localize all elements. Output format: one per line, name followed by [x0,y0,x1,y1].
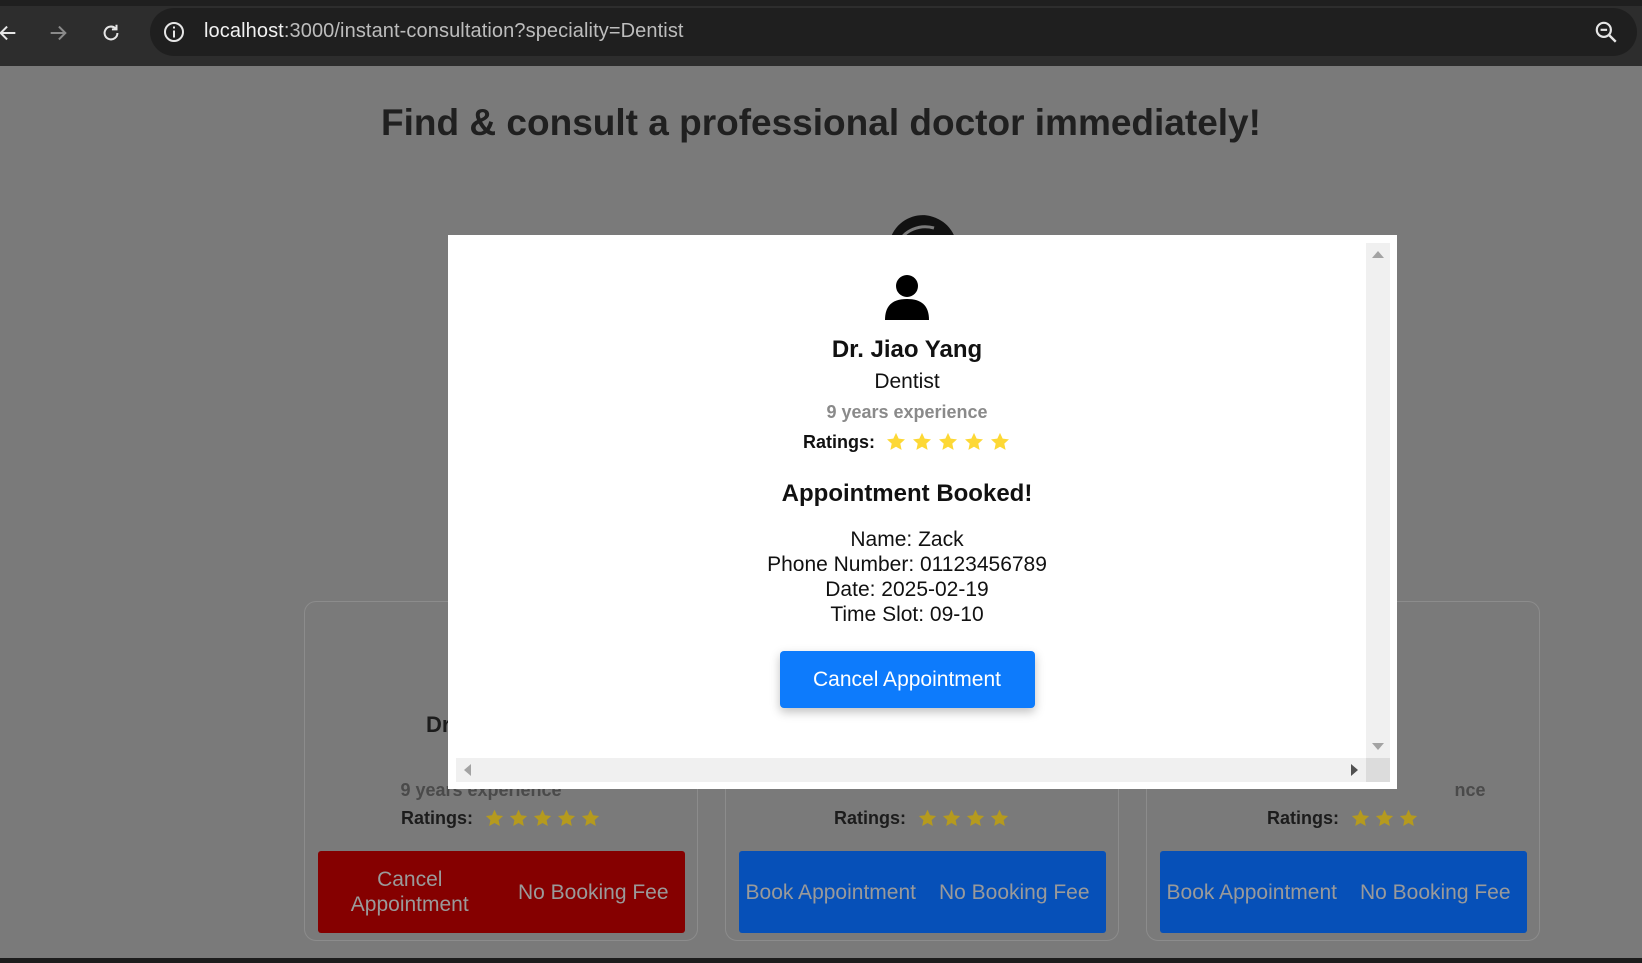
detail-time-slot: Time Slot: 09-10 [830,603,984,626]
reload-icon [103,24,119,41]
appointment-modal: Dr. Jiao Yang Dentist 9 years experience… [448,235,1397,789]
modal-content: Dr. Jiao Yang Dentist 9 years experience… [448,235,1366,708]
url-host: localhost [204,20,284,42]
book-appointment-label: Book Appointment [1166,880,1337,904]
star-icon [887,432,905,450]
star-icon [1351,809,1370,827]
page-title: Find & consult a professional doctor imm… [381,102,1261,143]
scrollbar-corner [1366,758,1390,782]
card-experience-text: nce [1454,780,1486,800]
star-icon [942,809,961,827]
cancel-appointment-label: Cancel Appointment [350,868,469,916]
scroll-down-arrow[interactable] [1372,743,1384,750]
appointment-details: Name: Zack Phone Number: 01123456789 Dat… [767,527,1047,627]
bottom-bar [0,958,1642,963]
doctor-ratings: Ratings: [803,431,1011,453]
vertical-scrollbar[interactable] [1366,243,1390,758]
star-icon [557,809,576,827]
book-appointment-button[interactable]: Book Appointment No Booking Fee [739,851,1106,933]
reload-button[interactable] [95,17,127,49]
star-icon [990,809,1009,827]
back-button[interactable] [0,17,24,49]
horizontal-scrollbar[interactable] [456,758,1366,782]
book-appointment-label: Book Appointment [745,880,916,904]
no-booking-fee-label: No Booking Fee [938,880,1090,904]
card-stars [1350,808,1419,829]
detail-date: Date: 2025-02-19 [825,578,989,601]
url-path: :3000/instant-consultation?speciality=De… [283,20,684,42]
cancel-appointment-button[interactable]: Cancel Appointment No Booking Fee [318,851,685,933]
arrow-left-icon [0,25,16,41]
arrow-right-icon [50,25,67,41]
scroll-right-arrow[interactable] [1351,764,1358,776]
doctor-experience: 9 years experience [826,402,988,422]
detail-name: Name: Zack [850,528,964,551]
info-icon[interactable] [162,20,186,44]
card-name: Dr [426,712,451,737]
card-stars [917,808,1010,829]
address-bar[interactable]: localhost:3000/instant-consultation?spec… [150,8,1637,56]
star-icon [485,809,504,827]
no-booking-fee-label: No Booking Fee [1359,880,1511,904]
modal-scroll-area[interactable]: Dr. Jiao Yang Dentist 9 years experience… [448,235,1366,758]
star-icon [509,809,528,827]
book-appointment-button[interactable]: Book Appointment No Booking Fee [1160,851,1527,933]
star-icon [918,809,937,827]
card-ratings: Ratings: [726,808,1118,829]
scroll-up-arrow[interactable] [1372,251,1384,258]
url-text[interactable]: localhost:3000/instant-consultation?spec… [204,20,684,43]
star-icon [939,432,957,450]
no-booking-fee-label: No Booking Fee [517,880,669,904]
ratings-label: Ratings: [803,431,875,452]
scroll-left-arrow[interactable] [464,764,471,776]
card-ratings-label: Ratings: [1267,808,1339,828]
card-stars [484,808,601,829]
card-ratings-label: Ratings: [401,808,473,828]
card-ratings: Ratings: [305,808,697,829]
star-icon [581,809,600,827]
forward-button[interactable] [42,17,74,49]
star-icon [965,432,983,450]
appointment-booked-heading: Appointment Booked! [781,480,1033,507]
star-icon [1375,809,1394,827]
zoom-icon[interactable] [1593,19,1619,45]
card-ratings: Ratings: [1147,808,1539,829]
user-icon [885,275,929,320]
detail-phone: Phone Number: 01123456789 [767,553,1047,576]
star-icon [991,432,1009,450]
rating-stars [885,431,1011,453]
browser-toolbar: localhost:3000/instant-consultation?spec… [0,0,1642,66]
card-ratings-label: Ratings: [834,808,906,828]
star-icon [533,809,552,827]
star-icon [1399,809,1418,827]
doctor-speciality: Dentist [874,370,940,393]
cancel-appointment-button[interactable]: Cancel Appointment [779,651,1035,708]
star-icon [966,809,985,827]
doctor-name: Dr. Jiao Yang [831,336,983,363]
star-icon [913,432,931,450]
